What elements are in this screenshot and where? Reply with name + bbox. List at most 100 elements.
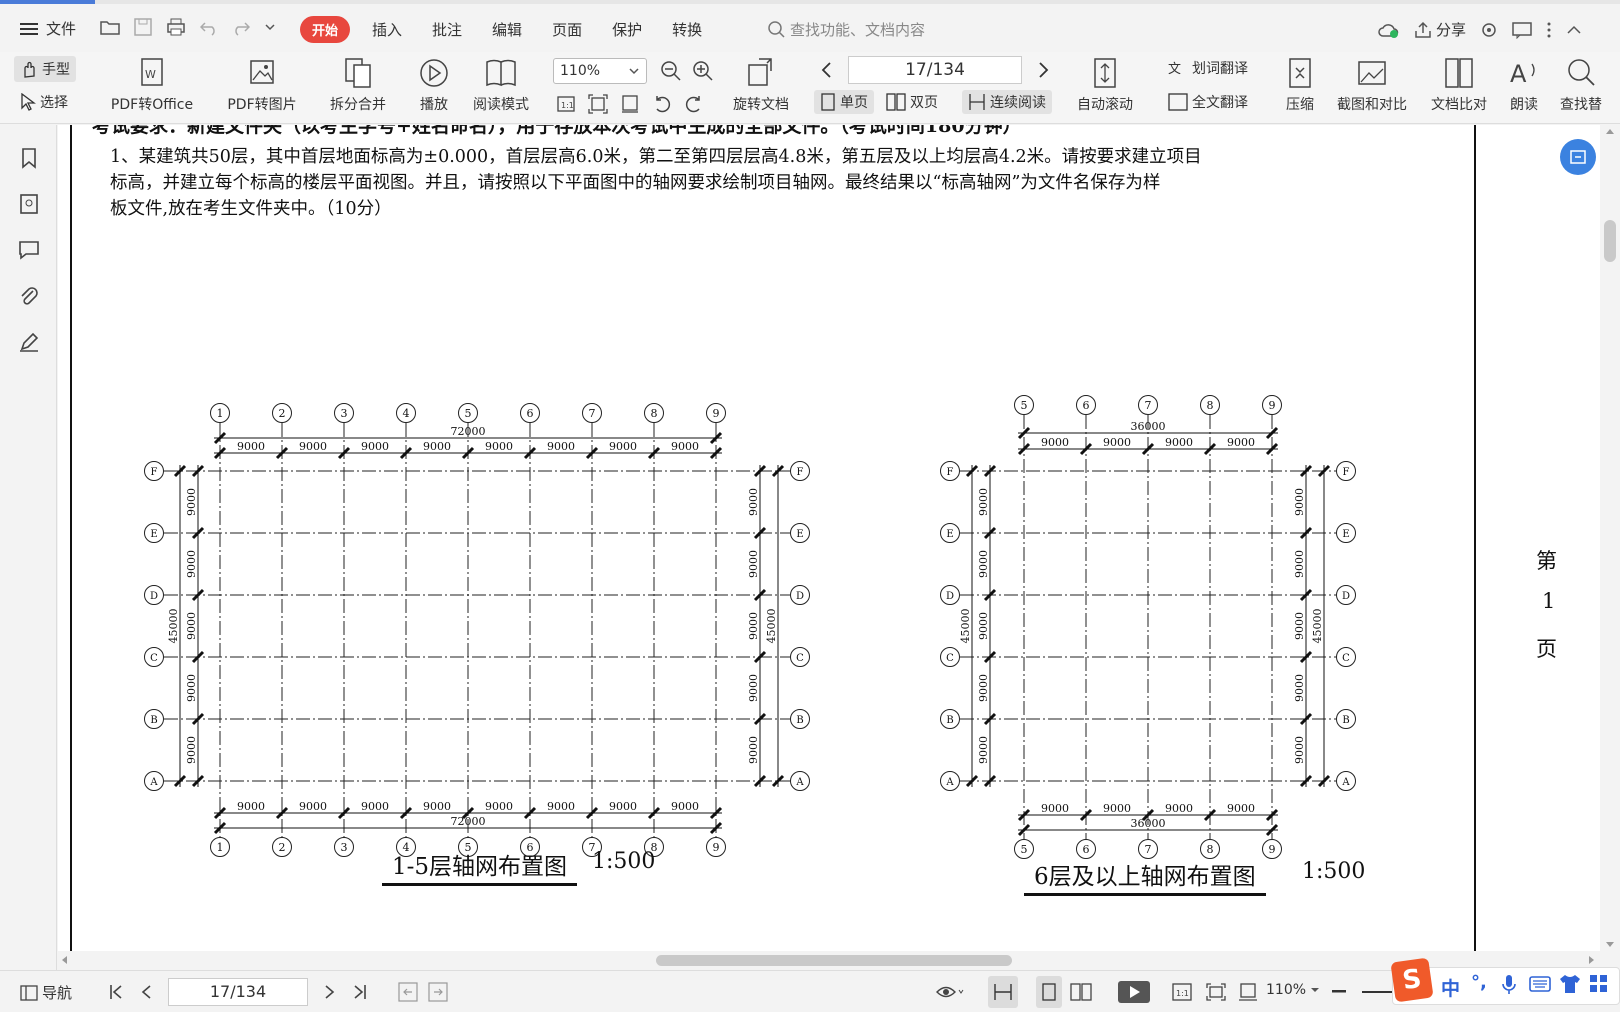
rotate-left-icon[interactable] [652, 94, 672, 114]
fit-page-icon[interactable] [588, 94, 608, 114]
axis-bubble-label: D [796, 591, 804, 602]
pdf-to-office-button[interactable]: W PDF转Office [104, 56, 200, 114]
zoom-select[interactable]: 110% [553, 58, 647, 84]
doc-compare-button[interactable]: 文档比对 [1426, 56, 1492, 114]
rotate-right-icon[interactable] [684, 94, 704, 114]
select-tool-button[interactable]: 选择 [20, 92, 68, 112]
status-page-input[interactable]: 17/134 [168, 978, 308, 1006]
pdf-to-image-button[interactable]: PDF转图片 [222, 56, 302, 114]
compress-button[interactable]: 压缩 [1282, 56, 1318, 114]
read-mode-button[interactable]: 阅读模式 [466, 56, 536, 114]
continuous-mode-toggle[interactable] [988, 976, 1018, 1008]
navigation-toggle[interactable]: 导航 [20, 982, 72, 1003]
last-page-icon[interactable] [352, 983, 368, 1001]
fit-width-icon[interactable] [620, 94, 640, 114]
fit-width-icon[interactable] [1238, 983, 1258, 1001]
double-page-button[interactable]: 双页 [886, 92, 938, 112]
share-button[interactable]: 分享 [1414, 19, 1466, 40]
document-viewport[interactable]: 考试要求：新建文件夹（以考生学号+姓名命名），用于存放本次考试中生成的全部文件。… [58, 125, 1600, 951]
play-button[interactable]: 播放 [412, 56, 456, 114]
page-number-input[interactable]: 17/134 [848, 56, 1022, 84]
float-action-button[interactable] [1560, 139, 1596, 175]
file-menu[interactable]: 文件 [20, 18, 76, 39]
split-merge-button[interactable]: 拆分合并 [318, 56, 398, 114]
actual-size-icon[interactable]: 1:1 [1172, 983, 1192, 1001]
search-box[interactable]: 查找功能、文档内容 [768, 19, 925, 40]
horizontal-scroll-thumb[interactable] [656, 955, 1012, 966]
screenshot-compare-button[interactable]: 截图和对比 [1332, 56, 1412, 114]
tab-annotate[interactable]: 批注 [432, 19, 462, 40]
full-translate-button[interactable]: 全文翻译 [1168, 92, 1248, 112]
single-page-button[interactable]: 单页 [814, 90, 874, 114]
next-page-icon[interactable] [324, 983, 336, 1001]
continuous-read-button[interactable]: 连续阅读 [962, 90, 1052, 114]
active-doc-tab-indicator[interactable] [0, 0, 95, 4]
single-page-toggle[interactable] [1036, 976, 1062, 1008]
actual-size-icon[interactable]: 1:1 [556, 94, 576, 114]
status-zoom-select[interactable]: 110% [1266, 982, 1320, 998]
scroll-right-icon[interactable] [1588, 955, 1596, 965]
ime-mode-label[interactable]: 中 [1441, 974, 1460, 1001]
tab-insert[interactable]: 插入 [372, 19, 402, 40]
open-folder-icon[interactable] [100, 18, 120, 36]
tab-convert[interactable]: 转换 [672, 19, 702, 40]
toolbox-grid-icon[interactable] [1589, 974, 1609, 994]
tab-protect[interactable]: 保护 [612, 19, 642, 40]
scroll-down-icon[interactable] [1605, 941, 1615, 949]
vertical-scrollbar[interactable] [1600, 125, 1620, 951]
eye-care-icon[interactable] [936, 983, 964, 1001]
axis-bubble-label: 1 [217, 407, 224, 420]
find-replace-button[interactable]: 查找替 [1558, 56, 1604, 114]
punctuation-mode-icon[interactable]: °, [1471, 972, 1487, 993]
next-page-icon[interactable] [1036, 60, 1050, 80]
comment-icon[interactable] [18, 239, 40, 261]
axis-bubble-label: F [797, 467, 804, 478]
fit-page-icon[interactable] [1206, 983, 1226, 1001]
vertical-scroll-thumb[interactable] [1604, 220, 1616, 262]
microphone-icon[interactable] [1501, 974, 1517, 996]
scroll-left-icon[interactable] [60, 955, 68, 965]
scroll-up-icon[interactable] [1605, 127, 1615, 135]
gear-icon[interactable] [1480, 21, 1498, 39]
zoom-in-icon[interactable] [692, 60, 714, 82]
print-icon[interactable] [166, 18, 186, 36]
cloud-sync-icon[interactable] [1378, 21, 1400, 39]
hand-tool-button[interactable]: 手型 [14, 56, 76, 82]
tab-page[interactable]: 页面 [552, 19, 582, 40]
chevron-down-icon[interactable] [264, 18, 276, 36]
bookmark-icon[interactable] [18, 147, 40, 169]
skin-shirt-icon[interactable] [1559, 974, 1581, 994]
attachment-icon[interactable] [18, 285, 40, 307]
tab-home[interactable]: 开始 [300, 16, 351, 43]
dimension-total-label: 36000 [1131, 420, 1166, 433]
save-icon[interactable] [134, 18, 152, 36]
forward-view-icon[interactable] [428, 982, 448, 1002]
thumbnail-icon[interactable] [18, 193, 40, 215]
word-translate-button[interactable]: 文 划词翻译 [1168, 58, 1248, 78]
read-aloud-button[interactable]: A 朗读 [1504, 56, 1544, 114]
horizontal-scrollbar[interactable] [58, 951, 1600, 969]
first-page-icon[interactable] [108, 983, 124, 1001]
more-vertical-icon[interactable] [1546, 21, 1552, 39]
comment-icon[interactable] [1512, 21, 1532, 39]
prev-page-icon[interactable] [820, 60, 834, 80]
ime-toolbar[interactable]: S 中 °, [1390, 957, 1620, 1005]
rotate-doc-button[interactable]: 旋转文档 [728, 56, 794, 114]
axis-bubble-label: B [150, 715, 157, 726]
double-page-icon[interactable] [1070, 983, 1092, 1001]
prev-page-icon[interactable] [140, 983, 152, 1001]
play-slideshow-button[interactable] [1118, 981, 1150, 1003]
keyboard-icon[interactable] [1529, 976, 1551, 992]
find-replace-label: 查找替 [1560, 97, 1602, 113]
auto-scroll-button[interactable]: 自动滚动 [1066, 56, 1144, 114]
axis-bubble-label: 9 [713, 407, 720, 420]
undo-icon[interactable] [200, 18, 218, 36]
signature-icon[interactable] [18, 331, 40, 353]
sogou-logo-icon[interactable]: S [1390, 957, 1434, 1003]
back-view-icon[interactable] [398, 982, 418, 1002]
zoom-out-icon[interactable] [660, 60, 682, 82]
redo-icon[interactable] [232, 18, 250, 36]
zoom-out-icon[interactable] [1332, 990, 1346, 994]
tab-edit[interactable]: 编辑 [492, 19, 522, 40]
collapse-ribbon-icon[interactable] [1566, 21, 1582, 39]
